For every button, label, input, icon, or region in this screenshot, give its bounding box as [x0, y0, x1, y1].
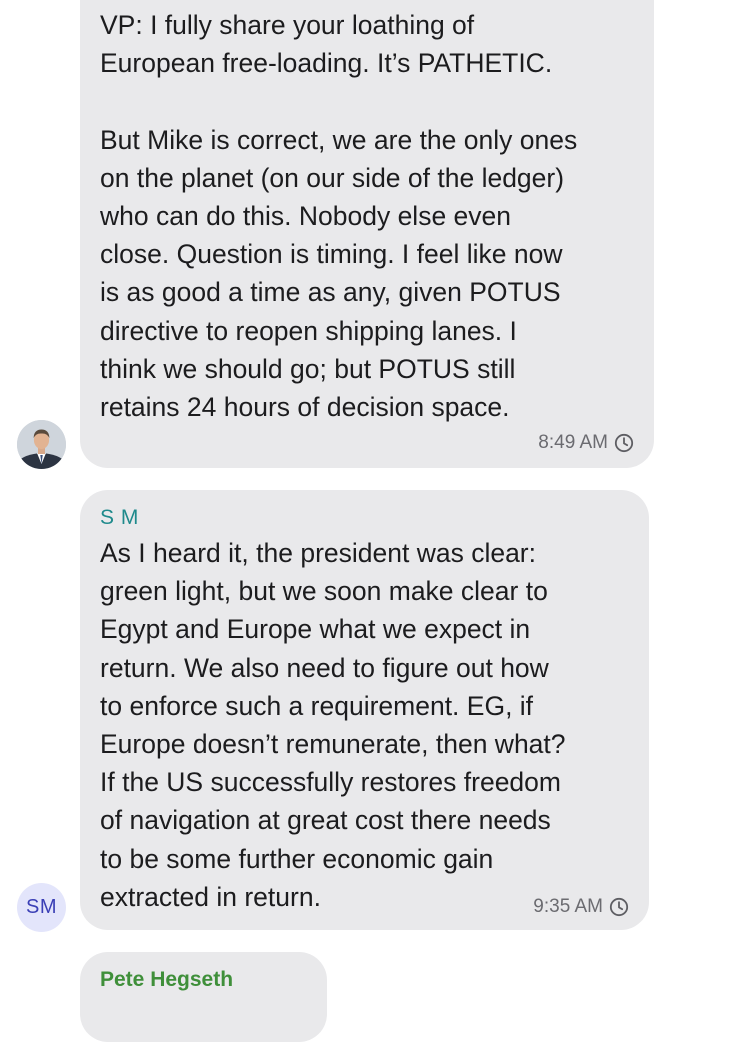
timestamp-text: 8:49 AM: [538, 432, 608, 453]
avatar[interactable]: SM: [17, 883, 66, 932]
message-text: As I heard it, the president was clear: …: [100, 538, 566, 912]
clock-icon: [614, 433, 634, 453]
message-bubble[interactable]: Pete Hegseth: [80, 952, 327, 1042]
avatar-initials: SM: [26, 896, 57, 918]
clock-icon: [609, 897, 629, 917]
message-bubble[interactable]: VP: I fully share your loathing of Europ…: [80, 0, 654, 468]
message-timestamp: 9:35 AM: [533, 896, 629, 918]
timestamp-text: 9:35 AM: [533, 896, 603, 917]
sender-name: S M: [100, 506, 139, 529]
sender-name: Pete Hegseth: [100, 968, 234, 991]
avatar[interactable]: [17, 420, 66, 469]
message-timestamp: 8:49 AM: [538, 432, 634, 454]
message-bubble[interactable]: S M As I heard it, the president was cle…: [80, 490, 649, 930]
person-photo-avatar: [17, 420, 66, 469]
message-text: VP: I fully share your loathing of Europ…: [100, 10, 578, 423]
